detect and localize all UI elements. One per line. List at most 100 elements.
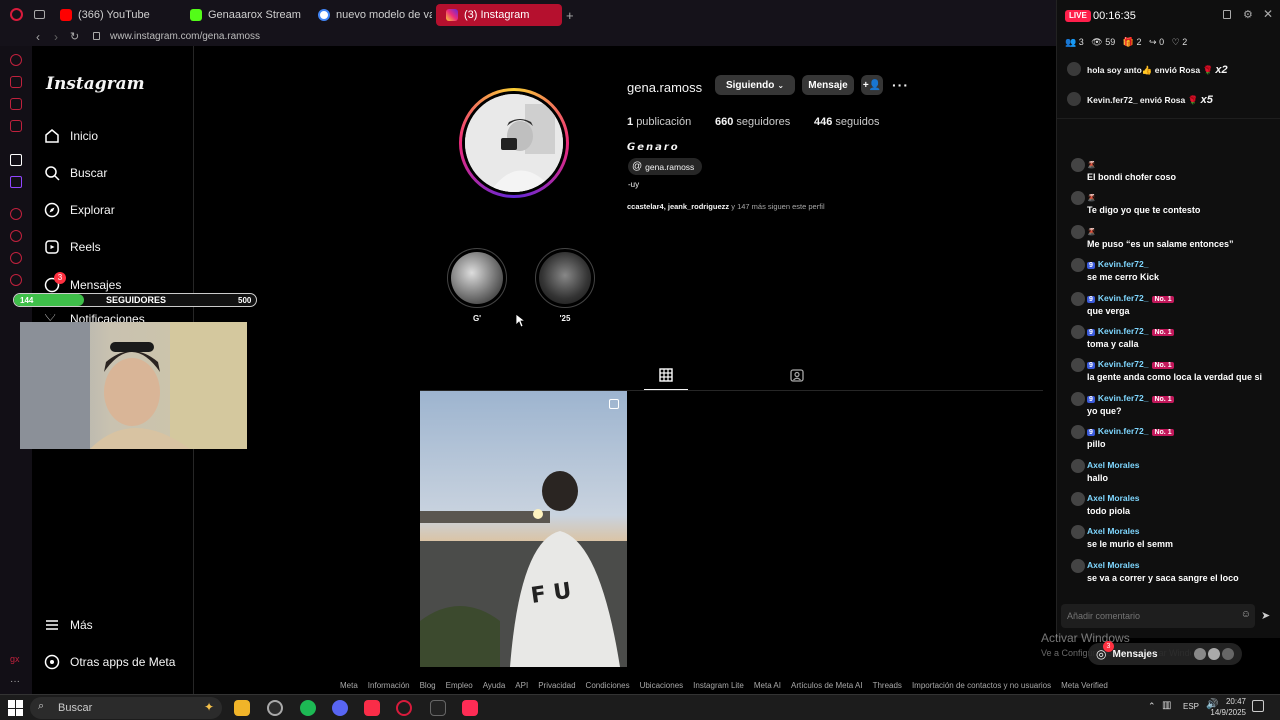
highlight-g[interactable] — [447, 248, 507, 308]
chat-username[interactable]: 9 Kevin.fer72_ No. 1 — [1087, 359, 1174, 370]
nav-explorar[interactable]: Explorar — [44, 202, 115, 218]
chat-username[interactable]: Axel Morales — [1087, 560, 1139, 570]
settings-icon[interactable]: ⚙ — [1243, 8, 1253, 21]
close-icon[interactable]: ✕ — [1263, 7, 1273, 21]
network-icon[interactable]: ▥ — [1162, 700, 1171, 711]
nav-buscar[interactable]: Buscar — [44, 165, 107, 181]
whatsapp-icon[interactable] — [10, 98, 22, 110]
tab-kick-stream[interactable]: Genaaarox Stream - Watc — [180, 4, 304, 26]
chat-text: se le murio el semm — [1087, 539, 1174, 550]
tray-overflow-icon[interactable]: ⌃ — [1148, 701, 1156, 712]
aria-icon[interactable] — [10, 54, 22, 66]
footer-link[interactable]: Información — [368, 681, 410, 693]
nav-inicio[interactable]: Inicio — [44, 128, 98, 144]
url-field[interactable]: www.instagram.com/gena.ramoss — [110, 31, 260, 42]
capcut-icon[interactable] — [430, 700, 446, 716]
gx-icon[interactable]: gx — [10, 654, 22, 666]
chat-username[interactable]: 🌋 — [1087, 226, 1096, 236]
footer-link[interactable]: Threads — [873, 681, 902, 693]
footer-link[interactable]: Artículos de Meta AI — [791, 681, 863, 693]
chat-username[interactable]: 🌋 — [1087, 159, 1096, 169]
twitch-icon[interactable] — [10, 176, 22, 188]
following-stat[interactable]: 446 seguidos — [814, 116, 879, 128]
suggest-user-button[interactable]: +👤 — [861, 75, 883, 95]
chat-username[interactable]: Axel Morales — [1087, 460, 1139, 470]
chat-username[interactable]: 9 Kevin.fer72_ — [1087, 259, 1148, 270]
messenger-icon[interactable] — [10, 76, 22, 88]
footer-link[interactable]: Meta Verified — [1061, 681, 1108, 693]
footer-link[interactable]: Meta — [340, 681, 358, 693]
message-button[interactable]: Mensaje — [802, 75, 854, 95]
nav-reels[interactable]: Reels — [44, 239, 101, 255]
more-options-icon[interactable]: ··· — [892, 77, 909, 93]
profile-username: gena.ramoss — [627, 80, 703, 95]
chat-username[interactable]: 9 Kevin.fer72_ No. 1 — [1087, 393, 1174, 403]
nav-mas[interactable]: Más — [44, 617, 93, 633]
avatar — [1071, 358, 1085, 373]
footer-link[interactable]: Ayuda — [483, 681, 506, 693]
level-badge: 9 — [1087, 395, 1095, 403]
clock[interactable]: 20:47 14/9/2025 — [1206, 696, 1246, 718]
tiktok-live-studio-icon[interactable] — [462, 700, 478, 716]
spotify-icon[interactable] — [300, 700, 316, 716]
footer-link[interactable]: Blog — [420, 681, 436, 693]
instagram-logo[interactable]: Instagram — [46, 74, 145, 94]
windows-start-icon[interactable] — [8, 700, 24, 716]
posts-stat[interactable]: 1 publicación — [627, 116, 691, 128]
highlight-25[interactable] — [535, 248, 595, 308]
footer-link[interactable]: Meta AI — [754, 681, 781, 693]
footer-link[interactable]: Importación de contactos y no usuarios — [912, 681, 1051, 693]
opera-logo-icon[interactable] — [10, 8, 23, 21]
grid-icon[interactable] — [659, 368, 673, 382]
comment-input[interactable]: ☺ — [1061, 604, 1255, 628]
new-tab-button[interactable]: + — [566, 8, 574, 23]
profile-avatar-ring[interactable] — [459, 88, 569, 198]
tiktok-icon[interactable] — [10, 154, 22, 166]
file-explorer-icon[interactable] — [234, 700, 250, 716]
send-icon[interactable]: ➤ — [1261, 609, 1270, 622]
apple-music-icon[interactable] — [364, 700, 380, 716]
footer-link[interactable]: Ubicaciones — [640, 681, 684, 693]
followers-stat[interactable]: 660 seguidores — [715, 116, 790, 128]
nav-otras-apps[interactable]: Otras apps de Meta — [44, 654, 175, 670]
chat-username[interactable]: 🌋 — [1087, 192, 1096, 202]
taskbar-search[interactable]: ⌕ Buscar ✦ — [30, 697, 222, 719]
followed-by[interactable]: ccastelar4, jeank_rodriguezz y 147 más s… — [627, 202, 825, 211]
chat-username[interactable]: 9 Kevin.fer72_ No. 1 — [1087, 326, 1174, 336]
tab-instagram[interactable]: (3) Instagram — [436, 4, 562, 26]
history-icon[interactable] — [10, 208, 22, 220]
emoji-icon[interactable]: ☺ — [1241, 609, 1251, 620]
tab-google-search[interactable]: nuevo modelo de vans - — [308, 4, 432, 26]
footer-link[interactable]: Condiciones — [586, 681, 630, 693]
threads-badge[interactable]: @ gena.ramoss — [628, 158, 703, 175]
back-icon[interactable]: ‹ — [36, 30, 40, 44]
discord-icon[interactable] — [332, 700, 348, 716]
more-icon[interactable]: ··· — [10, 676, 22, 688]
notifications-icon[interactable] — [1252, 700, 1264, 712]
chat-username[interactable]: 9 Kevin.fer72_ No. 1 — [1087, 426, 1174, 437]
lock-icon[interactable] — [1223, 10, 1231, 19]
gmail-icon[interactable] — [10, 120, 22, 132]
following-button[interactable]: Siguiendo ⌄ — [715, 75, 795, 95]
footer-link[interactable]: Empleo — [446, 681, 473, 693]
clock-icon[interactable] — [10, 230, 22, 242]
chat-username[interactable]: Axel Morales — [1087, 493, 1139, 503]
footer-link[interactable]: Privacidad — [538, 681, 575, 693]
vpn-icon[interactable] — [10, 274, 22, 286]
tab-overview-icon[interactable] — [34, 10, 45, 19]
extensions-icon[interactable] — [10, 252, 22, 264]
footer-link[interactable]: API — [515, 681, 528, 693]
post-thumbnail[interactable]: F U — [420, 391, 627, 667]
tab-youtube[interactable]: (366) YouTube — [50, 4, 174, 26]
chat-username[interactable]: Axel Morales — [1087, 526, 1139, 536]
forward-icon[interactable]: › — [54, 30, 58, 44]
footer-link[interactable]: Instagram Lite — [693, 681, 744, 693]
comment-field[interactable] — [1067, 608, 1237, 624]
chat-username[interactable]: 9 Kevin.fer72_ No. 1 — [1087, 293, 1174, 303]
tagged-icon[interactable] — [790, 368, 804, 382]
profile-bio: -uy — [628, 180, 640, 189]
opera-gx-icon[interactable] — [396, 700, 412, 716]
language-indicator[interactable]: ESP — [1183, 702, 1199, 711]
reload-icon[interactable]: ↻ — [70, 30, 79, 43]
obs-icon[interactable] — [267, 700, 283, 716]
